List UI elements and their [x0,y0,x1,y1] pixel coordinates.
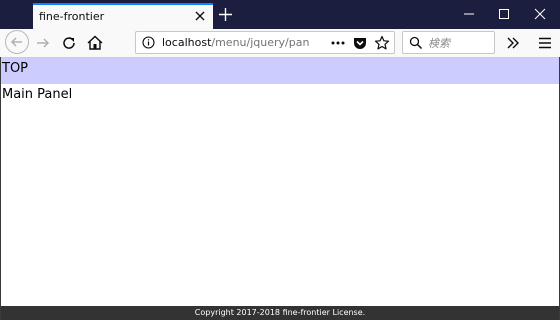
tab-title: fine-frontier [39,10,105,23]
navigation-toolbar: localhost/menu/jquery/pane 検索 [0,29,560,58]
hamburger-menu-icon[interactable] [535,33,555,53]
top-bar: TOP [1,58,559,84]
back-button[interactable] [5,30,29,54]
url-path: /menu/jquery/pane [211,36,310,49]
search-placeholder: 検索 [428,37,450,50]
reload-icon[interactable] [59,33,79,53]
url-text[interactable]: localhost/menu/jquery/pane [162,36,310,49]
minimize-icon[interactable] [462,7,476,21]
page-content: TOP Main Panel Copyright 2017-2018 fine-… [1,58,559,320]
chevron-double-right-icon[interactable] [503,33,523,53]
title-bar: fine-frontier [0,0,560,29]
plus-icon[interactable] [217,6,234,23]
more-dots-icon[interactable] [330,35,346,51]
tab-fine-frontier[interactable]: fine-frontier [33,3,213,29]
info-icon[interactable] [142,36,155,49]
close-icon[interactable] [192,8,208,24]
star-icon[interactable] [374,35,390,51]
close-window-icon[interactable] [533,7,547,21]
pocket-icon[interactable] [352,35,368,51]
search-icon [409,36,423,50]
arrow-right-icon[interactable] [33,33,53,53]
footer: Copyright 2017-2018 fine-frontier Licens… [1,306,559,320]
url-bar[interactable]: localhost/menu/jquery/pane [135,31,395,54]
copyright-text: Copyright 2017-2018 fine-frontier Licens… [194,308,366,317]
top-label: TOP [2,61,29,76]
maximize-icon[interactable] [497,7,511,21]
url-host: localhost [162,36,212,49]
search-bar[interactable]: 検索 [402,31,495,54]
home-icon[interactable] [85,33,105,53]
arrow-left-icon [10,37,22,47]
main-panel-label: Main Panel [2,87,73,102]
